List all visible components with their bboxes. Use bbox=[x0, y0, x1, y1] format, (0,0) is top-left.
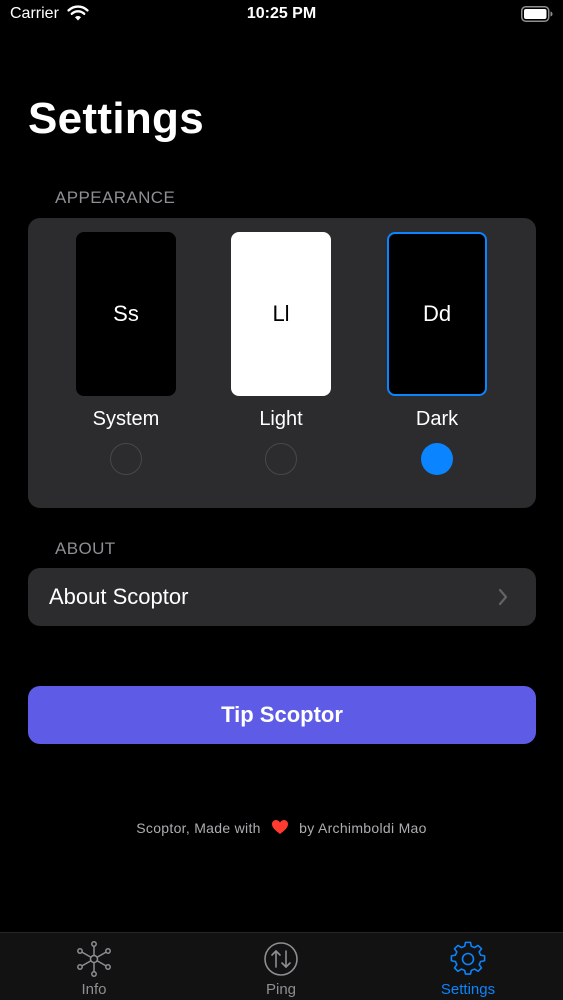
tab-settings-label: Settings bbox=[440, 981, 496, 998]
up-down-arrows-icon bbox=[264, 942, 298, 976]
light-preview-thumbnail: Ll bbox=[231, 232, 331, 396]
system-radio[interactable] bbox=[110, 443, 142, 475]
status-time: 10:25 PM bbox=[246, 5, 317, 22]
status-bar: Carrier 10:25 PM bbox=[0, 0, 563, 30]
footer-prefix: Scoptor, Made with bbox=[136, 820, 261, 836]
dark-radio[interactable] bbox=[421, 443, 453, 475]
about-scoptor-label: About Scoptor bbox=[49, 584, 189, 609]
tip-scoptor-button[interactable]: Tip Scoptor bbox=[28, 686, 536, 744]
light-label: Light bbox=[259, 408, 303, 430]
gear-icon bbox=[450, 941, 486, 975]
about-section-header: ABOUT bbox=[55, 539, 116, 558]
tab-info[interactable]: Info bbox=[24, 933, 164, 1000]
heart-icon bbox=[271, 820, 288, 834]
dark-label: Dark bbox=[415, 408, 459, 430]
chevron-right-icon bbox=[498, 588, 508, 606]
appearance-section-header: APPEARANCE bbox=[55, 188, 176, 207]
system-preview-thumbnail: Ss bbox=[76, 232, 176, 396]
dark-preview-thumbnail: Dd bbox=[387, 232, 487, 396]
tab-ping[interactable]: Ping bbox=[211, 933, 351, 1000]
appearance-card: Ss System Ll Light Dd Dark bbox=[28, 218, 536, 508]
about-scoptor-row[interactable]: About Scoptor bbox=[28, 568, 536, 626]
tab-info-label: Info bbox=[81, 981, 107, 998]
footer-suffix: by Archimboldi Mao bbox=[299, 820, 427, 836]
light-radio[interactable] bbox=[265, 443, 297, 475]
system-preview-text: Ss bbox=[113, 301, 139, 326]
appearance-option-dark[interactable]: Dd Dark bbox=[385, 232, 489, 482]
appearance-option-light[interactable]: Ll Light bbox=[229, 232, 333, 482]
network-icon bbox=[77, 941, 111, 977]
tab-bar: Info Ping Settings bbox=[0, 932, 563, 1000]
system-label: System bbox=[92, 408, 160, 430]
tab-settings[interactable]: Settings bbox=[398, 933, 538, 1000]
footer-credit: Scoptor, Made with by Archimboldi Mao bbox=[0, 819, 563, 836]
dark-preview-text: Dd bbox=[422, 301, 452, 326]
tab-ping-label: Ping bbox=[265, 981, 297, 998]
battery-icon bbox=[521, 6, 553, 22]
appearance-option-system[interactable]: Ss System bbox=[74, 232, 178, 482]
page-title: Settings bbox=[28, 94, 204, 143]
light-preview-text: Ll bbox=[272, 301, 290, 326]
